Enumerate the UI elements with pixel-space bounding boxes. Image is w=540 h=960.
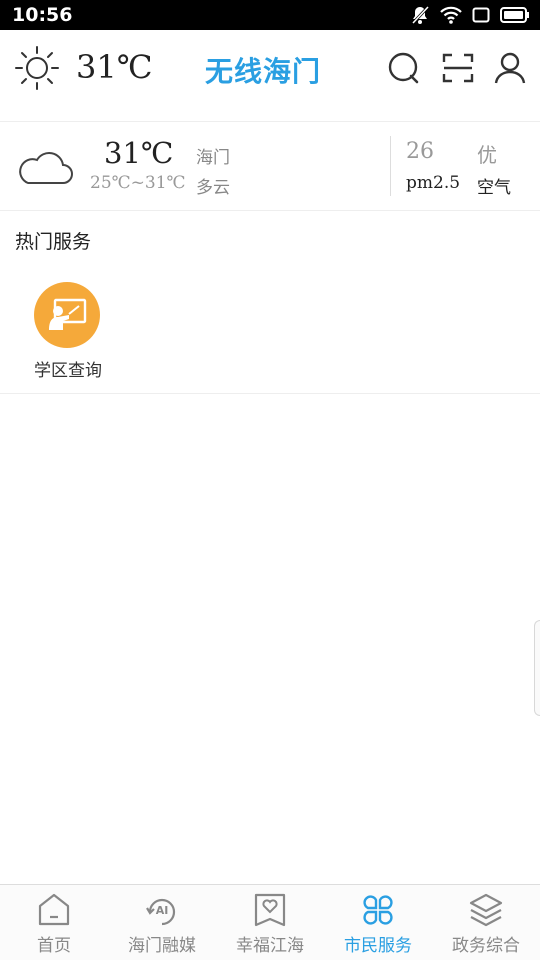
service-school-district[interactable]: 学区查询 — [28, 282, 108, 382]
media-ai-icon: AI — [146, 898, 176, 926]
status-time: 10:56 — [12, 4, 73, 26]
weather-temperature: 31℃ — [104, 136, 174, 170]
nav-label: 海门融媒 — [128, 936, 196, 956]
service-label: 学区查询 — [34, 361, 102, 380]
search-button[interactable] — [386, 50, 422, 86]
weather-city: 海门 — [196, 148, 230, 167]
wifi-icon — [440, 6, 462, 24]
search-icon — [388, 52, 419, 84]
teacher-board-icon — [49, 298, 87, 330]
header-temperature: 31℃ — [76, 48, 153, 86]
aqi-level: 优 — [477, 145, 497, 167]
nav-label: 首页 — [37, 936, 71, 956]
home-icon — [38, 893, 70, 926]
section-title: 热门服务 — [15, 232, 92, 253]
notifications-off-icon — [411, 5, 430, 25]
status-bar: 10:56 — [0, 0, 540, 30]
sun-icon — [15, 46, 59, 90]
weather-condition: 多云 — [196, 178, 230, 197]
battery-icon — [500, 7, 529, 23]
user-icon — [494, 52, 526, 84]
nav-item-home[interactable]: 首页 — [0, 885, 108, 960]
nav-item-citizen-services[interactable]: 市民服务 — [324, 885, 432, 960]
divider — [0, 393, 540, 394]
cloud-icon — [19, 151, 73, 184]
layers-icon — [469, 893, 503, 927]
divider — [0, 210, 540, 211]
status-icons — [410, 5, 530, 25]
app-header: 31℃ 无线海门 — [0, 30, 540, 108]
app-title: 无线海门 — [205, 55, 322, 88]
scan-icon — [442, 53, 474, 83]
nav-label: 政务综合 — [452, 936, 520, 956]
weather-separator — [390, 136, 391, 196]
svg-text:AI: AI — [156, 904, 169, 917]
edge-drawer-handle[interactable] — [534, 620, 540, 716]
nav-item-happiness[interactable]: 幸福江海 — [216, 885, 324, 960]
nav-item-media[interactable]: AI 海门融媒 — [108, 885, 216, 960]
nav-item-government[interactable]: 政务综合 — [432, 885, 540, 960]
aqi-value: 26 — [406, 139, 434, 164]
weather-range: 25℃~31℃ — [90, 173, 186, 193]
screen-icon — [472, 7, 490, 23]
bottom-nav: 首页 AI 海门融媒 幸福江海 市民服务 政务综合 — [0, 884, 540, 960]
aqi-label: pm2.5 — [406, 173, 461, 193]
heart-badge-icon — [254, 893, 286, 927]
grid-clover-icon — [363, 895, 393, 925]
scan-button[interactable] — [440, 50, 476, 86]
nav-label: 幸福江海 — [236, 936, 304, 956]
air-label: 空气 — [477, 178, 511, 197]
weather-card[interactable]: 31℃ 25℃~31℃ 海门 多云 26 优 pm2.5 空气 — [0, 122, 540, 210]
nav-label: 市民服务 — [344, 936, 412, 956]
service-icon-circle — [34, 282, 100, 348]
user-button[interactable] — [492, 50, 528, 86]
